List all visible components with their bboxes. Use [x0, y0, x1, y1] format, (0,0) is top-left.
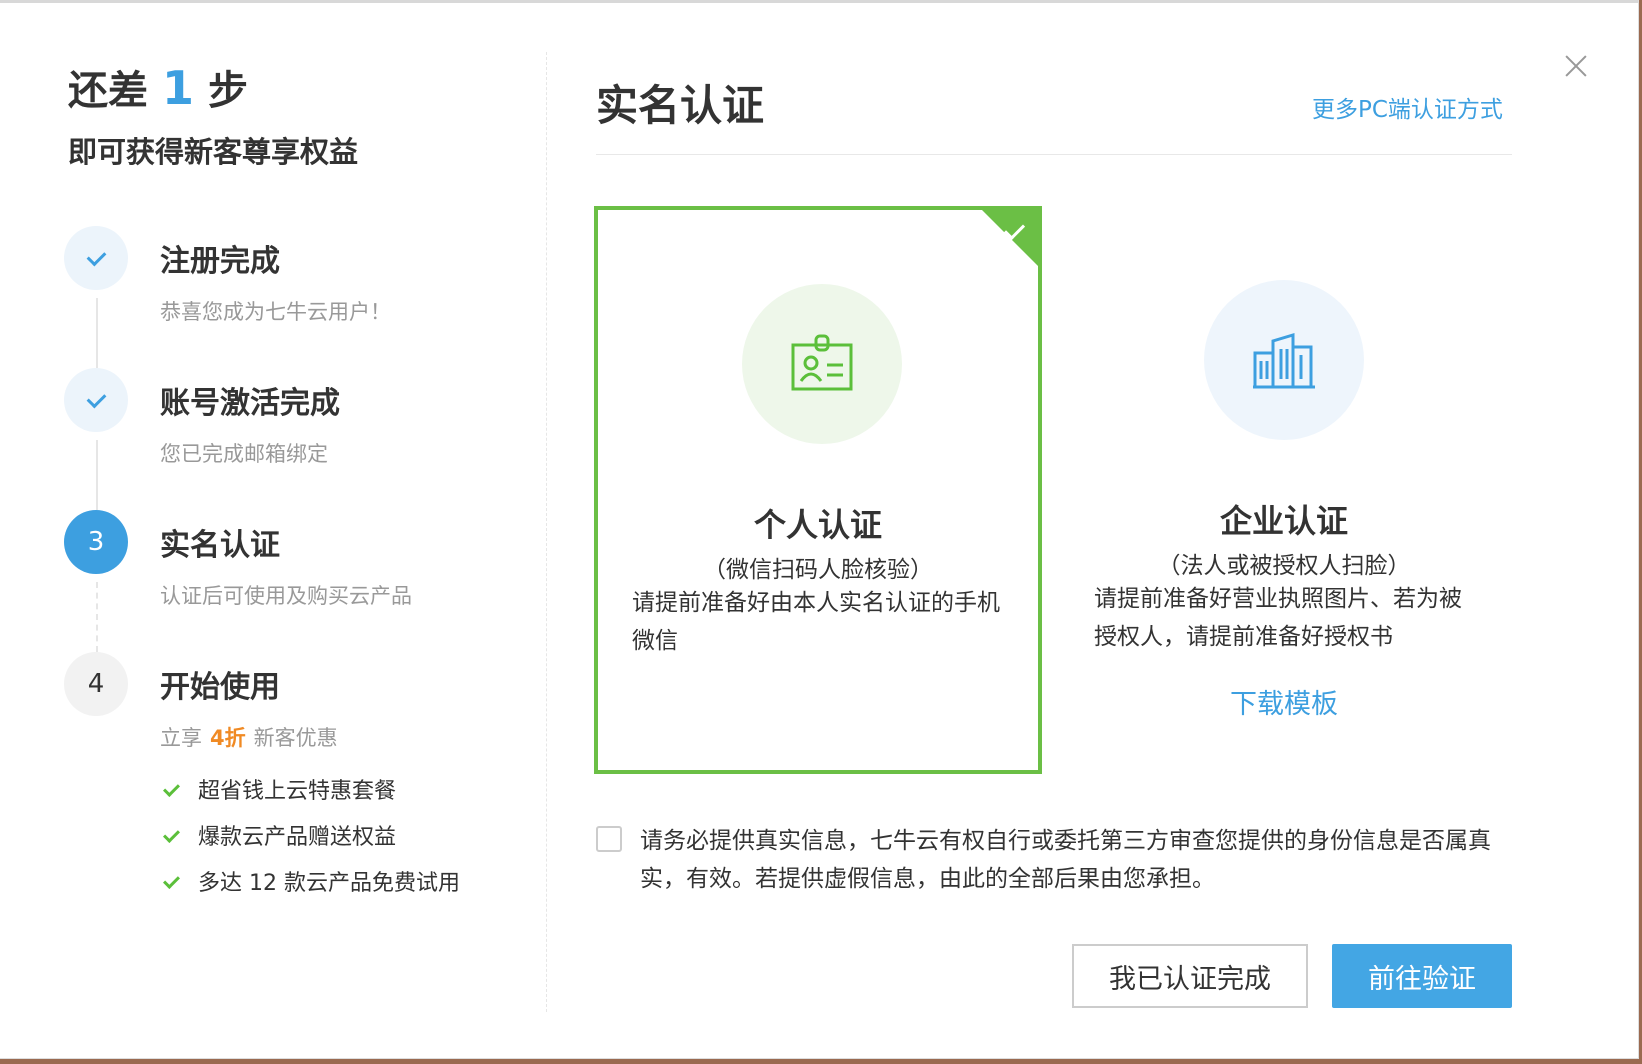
step-title: 开始使用 [160, 670, 280, 705]
step-desc: 立享 4折 新客优惠 [160, 722, 338, 752]
benefit-item: 爆款云产品赠送权益 [160, 816, 460, 862]
id-card-icon-circle [742, 284, 902, 444]
discount-highlight: 4折 [210, 726, 246, 750]
benefits-list: 超省钱上云特惠套餐 爆款云产品赠送权益 多达 12 款云产品免费试用 [160, 770, 460, 908]
headline: 还差 1 步 [68, 60, 538, 119]
check-icon [163, 780, 180, 797]
download-template-link[interactable]: 下载模板 [1060, 682, 1508, 721]
personal-verification-card[interactable]: 个人认证 （微信扫码人脸核验） 请提前准备好由本人实名认证的手机微信 [594, 206, 1042, 774]
card-subtitle: （法人或被授权人扫脸） [1157, 553, 1411, 579]
step-desc: 认证后可使用及购买云产品 [160, 584, 412, 608]
agreement-text: 请务必提供真实信息，七牛云有权自行或委托第三方审查您提供的身份信息是否属真实，有… [640, 828, 1491, 892]
title-divider [596, 154, 1512, 155]
desc-suffix: 新客优惠 [253, 726, 338, 750]
already-verified-button[interactable]: 我已认证完成 [1072, 944, 1308, 1008]
desc-prefix: 立享 [160, 726, 202, 750]
step-connector [96, 582, 98, 652]
building-icon [1253, 332, 1315, 389]
step-title: 实名认证 [160, 528, 280, 563]
subheadline: 即可获得新客尊享权益 [68, 135, 359, 169]
step-connector [96, 298, 98, 368]
step-desc: 您已完成邮箱绑定 [160, 442, 328, 466]
check-icon [163, 826, 180, 843]
page-title: 实名认证 [596, 81, 765, 130]
remaining-steps-count: 1 [162, 61, 195, 115]
column-divider [546, 52, 547, 1012]
id-card-icon [791, 334, 853, 391]
agreement-checkbox[interactable] [596, 826, 622, 852]
verification-modal: 还差 1 步 即可获得新客尊享权益 注册完成 恭喜您成为七牛云用户！ 账号激活完成 … [0, 0, 1639, 1059]
check-icon [86, 388, 106, 408]
go-verify-button[interactable]: 前往验证 [1332, 944, 1512, 1008]
step-done-marker [64, 226, 128, 290]
more-verification-methods-link[interactable]: 更多PC端认证方式 [1312, 90, 1503, 124]
card-title: 个人认证 [753, 506, 882, 544]
step-title: 注册完成 [160, 244, 280, 279]
benefit-item: 多达 12 款云产品免费试用 [160, 862, 460, 908]
step-title: 账号激活完成 [160, 386, 340, 421]
step-connector [96, 440, 98, 510]
close-icon[interactable] [1560, 50, 1592, 82]
headline-suffix: 步 [208, 68, 249, 114]
building-icon-circle [1204, 280, 1364, 440]
headline-prefix: 还差 [68, 68, 148, 114]
card-subtitle: （微信扫码人脸核验） [703, 557, 933, 583]
step-done-marker [64, 368, 128, 432]
card-description: 请提前准备好营业执照图片、若为被授权人，请提前准备好授权书 [1094, 586, 1462, 650]
benefit-item: 超省钱上云特惠套餐 [160, 770, 460, 816]
step-desc: 恭喜您成为七牛云用户！ [160, 300, 391, 324]
progress-panel: 还差 1 步 即可获得新客尊享权益 [68, 60, 538, 171]
enterprise-verification-card[interactable]: 企业认证 （法人或被授权人扫脸） 请提前准备好营业执照图片、若为被授权人，请提前… [1060, 206, 1508, 774]
check-icon [163, 872, 180, 889]
step-number-marker: 3 [64, 510, 128, 574]
card-title: 企业认证 [1219, 502, 1348, 540]
check-icon [86, 246, 106, 266]
card-description: 请提前准备好由本人实名认证的手机微信 [632, 590, 1000, 654]
step-number-marker: 4 [64, 652, 128, 716]
